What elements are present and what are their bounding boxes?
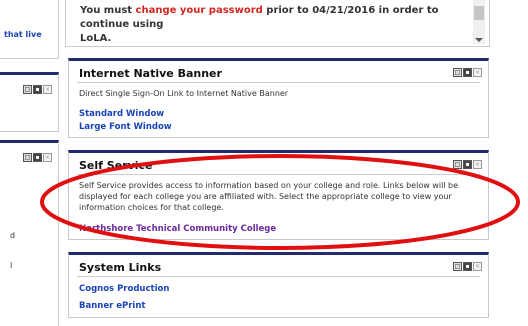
minimize-icon[interactable]: □ — [23, 85, 32, 94]
portlet-divider — [77, 174, 480, 175]
portlet-controls: □ ▪ × — [453, 262, 482, 271]
left-panel-top: that live — [0, 0, 59, 59]
edit-icon[interactable]: ▪ — [33, 85, 42, 94]
internet-native-banner-portlet: Internet Native Banner □ ▪ × Direct Sing… — [68, 58, 489, 138]
self-service-portlet: Self Service □ ▪ × Self Service provides… — [68, 150, 489, 240]
large-font-window-link[interactable]: Large Font Window — [79, 122, 172, 132]
portlet-controls: □ ▪ × — [453, 160, 482, 169]
left-panel-text-fragment: l — [10, 261, 13, 270]
portlet-description: Self Service provides access to informat… — [79, 181, 459, 212]
portlet-description: Direct Single Sign-On Link to Internet N… — [79, 89, 289, 98]
scrollbar-thumb[interactable] — [474, 6, 484, 20]
left-panel-bottom: □ ▪ × d l — [0, 140, 59, 326]
portlet-title: Internet Native Banner — [79, 67, 222, 80]
edit-icon[interactable]: ▪ — [33, 153, 42, 162]
left-panel-text-fragment: d — [10, 231, 16, 240]
close-icon[interactable]: × — [473, 68, 482, 77]
notice-line2: LoLA. — [80, 33, 112, 44]
portlet-controls: □ ▪ × — [453, 68, 482, 77]
notice-scrollbar[interactable] — [473, 0, 485, 44]
left-panel-link[interactable]: that live — [4, 30, 42, 39]
minimize-icon[interactable]: □ — [453, 262, 462, 271]
notice-prefix: You must — [80, 5, 136, 16]
portlet-divider — [77, 82, 480, 83]
left-panel-middle: □ ▪ × — [0, 72, 59, 132]
edit-icon[interactable]: ▪ — [463, 262, 472, 271]
minimize-icon[interactable]: □ — [453, 68, 462, 77]
cognos-production-link[interactable]: Cognos Production — [79, 284, 169, 294]
standard-window-link[interactable]: Standard Window — [79, 109, 164, 119]
left-panel-controls: □ ▪ × — [23, 85, 52, 94]
password-notice-panel: You must change your password prior to 0… — [65, 0, 490, 47]
minimize-icon[interactable]: □ — [453, 160, 462, 169]
scroll-down-arrow-icon[interactable] — [475, 38, 483, 42]
close-icon[interactable]: × — [43, 85, 52, 94]
northshore-college-link[interactable]: Northshore Technical Community College — [79, 224, 276, 234]
edit-icon[interactable]: ▪ — [463, 160, 472, 169]
edit-icon[interactable]: ▪ — [463, 68, 472, 77]
left-panel-controls: □ ▪ × — [23, 153, 52, 162]
password-notice-text: You must change your password prior to 0… — [80, 4, 455, 46]
close-icon[interactable]: × — [473, 160, 482, 169]
minimize-icon[interactable]: □ — [23, 153, 32, 162]
change-password-link[interactable]: change your password — [136, 5, 263, 16]
portlet-divider — [77, 276, 480, 277]
system-links-portlet: System Links □ ▪ × Cognos Production Ban… — [68, 252, 489, 318]
portlet-title: Self Service — [79, 159, 153, 172]
portlet-title: System Links — [79, 261, 162, 274]
close-icon[interactable]: × — [473, 262, 482, 271]
banner-eprint-link[interactable]: Banner ePrint — [79, 301, 145, 311]
close-icon[interactable]: × — [43, 153, 52, 162]
